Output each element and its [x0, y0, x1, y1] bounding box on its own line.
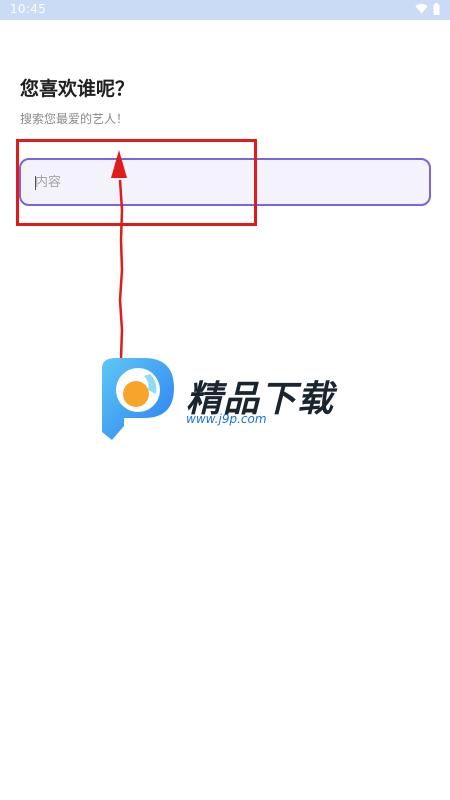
text-cursor [35, 176, 36, 190]
page-subtitle: 搜索您最爱的艺人！ [20, 112, 129, 126]
page-title: 您喜欢谁呢？ [20, 78, 135, 100]
search-field[interactable] [19, 158, 431, 206]
watermark: 精品下载 www.j9p.com [98, 356, 358, 446]
watermark-url: www.j9p.com [186, 412, 267, 426]
status-bar: 10:45 [0, 0, 450, 20]
status-time: 10:45 [10, 2, 47, 16]
status-icons [415, 2, 440, 18]
watermark-logo-icon [102, 358, 174, 440]
battery-icon [433, 2, 440, 18]
search-input[interactable] [21, 160, 429, 204]
wifi-icon [415, 3, 428, 17]
app-screen: 10:45 您喜欢谁呢？ 搜索您最爱的艺人！ 内容 精品下载 www.j9p.c… [0, 0, 450, 800]
